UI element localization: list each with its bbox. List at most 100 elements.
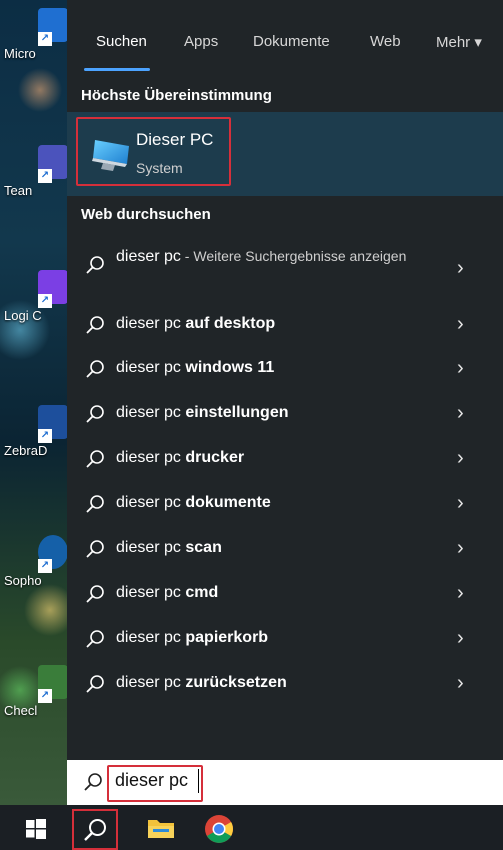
search-icon <box>86 675 104 693</box>
taskbar <box>0 805 503 850</box>
suggestion-text: dieser pc zurücksetzen <box>116 674 287 692</box>
tab-web[interactable]: Web <box>370 33 401 50</box>
suggestion-term: auf desktop <box>185 315 276 332</box>
suggestion-row[interactable]: dieser pc scan › <box>67 527 503 571</box>
suggestion-row[interactable]: dieser pc cmd › <box>67 572 503 616</box>
chevron-right-icon: › <box>457 627 464 649</box>
shortcut-arrow-icon: ↗ <box>38 32 52 46</box>
suggestion-row[interactable]: dieser pc drucker › <box>67 437 503 481</box>
suggestion-text: dieser pc scan <box>116 539 222 557</box>
chevron-right-icon: › <box>457 313 464 335</box>
search-icon <box>86 630 104 648</box>
suggestion-text: dieser pc auf desktop <box>116 315 275 333</box>
suggestion-prefix: dieser pc <box>116 584 186 601</box>
search-tabs: Suchen Apps Dokumente Web Mehr ▾ <box>67 0 503 72</box>
suggestion-row[interactable]: dieser pc dokumente › <box>67 482 503 526</box>
shortcut-arrow-icon: ↗ <box>38 294 52 308</box>
desktop-icon-teams[interactable]: ↗ Tean <box>0 145 68 198</box>
search-icon <box>86 585 104 603</box>
suggestion-term: drucker <box>185 449 245 466</box>
shortcut-arrow-icon: ↗ <box>38 689 52 703</box>
desktop-icon-label: ZebraD <box>4 443 48 458</box>
desktop-icon-label: Tean <box>4 183 33 198</box>
search-icon <box>86 405 104 423</box>
suggestion-text: dieser pc windows 11 <box>116 359 274 377</box>
search-icon <box>86 256 104 274</box>
web-result-suffix: - Weitere Suchergebnisse anzeigen <box>180 248 407 264</box>
search-icon <box>86 360 104 378</box>
suggestion-prefix: dieser pc <box>116 494 186 511</box>
chevron-right-icon: › <box>457 357 464 379</box>
suggestion-prefix: dieser pc <box>116 629 186 646</box>
web-result-row[interactable]: dieser pc - Weitere Suchergebnisse anzei… <box>67 243 503 303</box>
tab-mehr[interactable]: Mehr ▾ <box>436 33 482 51</box>
active-tab-indicator <box>84 68 150 71</box>
suggestion-row[interactable]: dieser pc windows 11 › <box>67 347 503 391</box>
chrome-icon[interactable] <box>204 814 234 844</box>
suggestion-term: cmd <box>185 584 219 601</box>
text-caret <box>198 769 199 793</box>
windows-icon[interactable] <box>26 819 46 839</box>
web-result-text: dieser pc - Weitere Suchergebnisse anzei… <box>116 243 416 270</box>
suggestion-prefix: dieser pc <box>116 404 186 421</box>
suggestion-term: windows 11 <box>185 359 275 376</box>
search-box[interactable]: dieser pc <box>67 760 503 805</box>
chevron-right-icon: › <box>457 447 464 469</box>
suggestion-row[interactable]: dieser pc papierkorb › <box>67 617 503 661</box>
suggestion-term: einstellungen <box>185 404 289 421</box>
desktop-icon-logi[interactable]: ↗ Logi C <box>0 270 68 323</box>
search-panel: Suchen Apps Dokumente Web Mehr ▾ Höchste… <box>67 0 503 760</box>
suggestion-row[interactable]: dieser pc auf desktop › <box>67 303 503 347</box>
desktop-icon-sophos[interactable]: ↗ Sopho <box>0 535 68 588</box>
best-match-heading: Höchste Übereinstimmung <box>81 87 272 104</box>
best-match-result[interactable]: Dieser PC System <box>67 112 503 196</box>
shortcut-arrow-icon: ↗ <box>38 169 52 183</box>
search-icon <box>86 450 104 468</box>
chevron-right-icon: › <box>457 582 464 604</box>
desktop-icon-label: Checl <box>4 703 38 718</box>
tab-suchen[interactable]: Suchen <box>96 33 147 50</box>
desktop-icon-label: Logi C <box>4 308 42 323</box>
chevron-right-icon: › <box>457 492 464 514</box>
chevron-right-icon: › <box>457 537 464 559</box>
desktop-icon-check[interactable]: ↗ Checl <box>0 665 68 718</box>
shortcut-arrow-icon: ↗ <box>38 429 52 443</box>
tab-dokumente[interactable]: Dokumente <box>253 33 330 50</box>
chevron-right-icon: › <box>457 402 464 424</box>
search-icon <box>86 316 104 334</box>
suggestion-text: dieser pc drucker <box>116 449 244 467</box>
folder-icon[interactable] <box>147 817 175 839</box>
suggestion-term: zurücksetzen <box>185 674 287 691</box>
suggestion-text: dieser pc dokumente <box>116 494 271 512</box>
web-result-query: dieser pc <box>116 248 181 265</box>
tab-apps[interactable]: Apps <box>184 33 218 50</box>
search-input[interactable]: dieser pc <box>115 770 188 791</box>
suggestion-text: dieser pc cmd <box>116 584 218 602</box>
suggestion-prefix: dieser pc <box>116 539 186 556</box>
search-icon <box>84 773 102 791</box>
desktop-icon-micro[interactable]: ↗ Micro <box>0 8 68 61</box>
desktop-icon-label: Sopho <box>4 573 42 588</box>
suggestion-prefix: dieser pc <box>116 449 186 466</box>
search-icon <box>84 819 106 841</box>
chevron-right-icon: › <box>457 672 464 694</box>
chevron-right-icon: › <box>457 257 464 279</box>
best-match-title: Dieser PC <box>136 130 214 149</box>
desktop-icon-label: Micro <box>4 46 36 61</box>
suggestion-term: dokumente <box>185 494 271 511</box>
suggestion-prefix: dieser pc <box>116 315 186 332</box>
suggestion-prefix: dieser pc <box>116 674 186 691</box>
suggestion-row[interactable]: dieser pc einstellungen › <box>67 392 503 436</box>
suggestion-term: papierkorb <box>185 629 269 646</box>
taskbar-search-button[interactable] <box>72 809 118 850</box>
computer-icon <box>92 140 129 171</box>
suggestion-row[interactable]: dieser pc zurücksetzen › <box>67 662 503 706</box>
suggestion-text: dieser pc einstellungen <box>116 404 289 422</box>
desktop-icon-zebra[interactable]: ↗ ZebraD <box>0 405 68 458</box>
shortcut-arrow-icon: ↗ <box>38 559 52 573</box>
suggestion-term: scan <box>185 539 222 556</box>
search-icon <box>86 540 104 558</box>
suggestion-prefix: dieser pc <box>116 359 186 376</box>
web-search-heading: Web durchsuchen <box>81 206 211 223</box>
search-icon <box>86 495 104 513</box>
